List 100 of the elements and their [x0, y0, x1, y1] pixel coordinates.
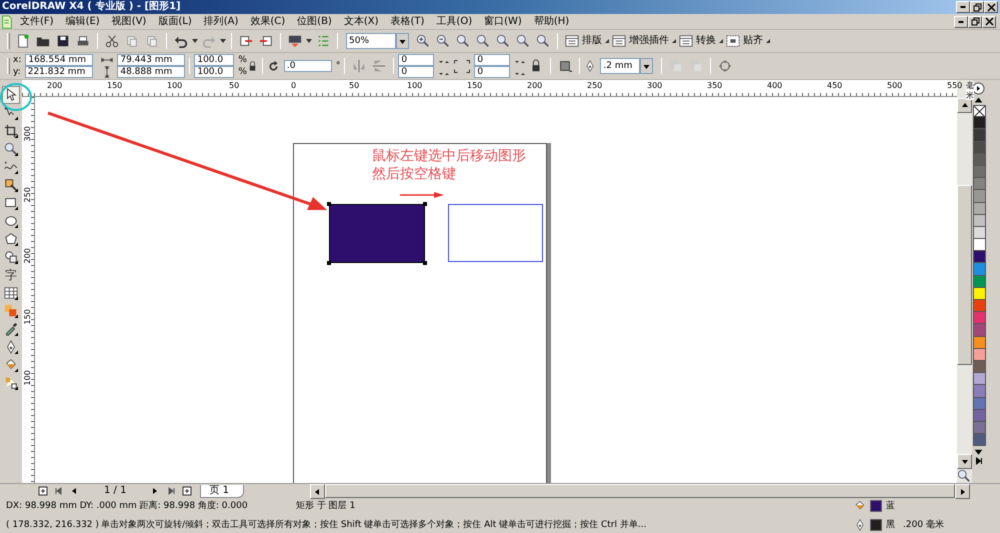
close-button[interactable]: [984, 1, 998, 13]
menu-item[interactable]: 排列(A): [198, 16, 244, 28]
color-swatch[interactable]: [973, 373, 986, 386]
color-swatch[interactable]: [973, 324, 986, 337]
color-swatch[interactable]: [973, 385, 986, 398]
toolbar-button[interactable]: 贴齐: [723, 34, 766, 48]
degree-label: °: [336, 60, 340, 72]
toolbar-button[interactable]: 排版: [562, 34, 605, 48]
color-swatch[interactable]: [973, 434, 986, 446]
scroll-left-button[interactable]: [310, 484, 325, 498]
color-swatch[interactable]: [973, 117, 986, 130]
color-swatch[interactable]: [973, 154, 986, 166]
input-field[interactable]: 100.0: [194, 66, 234, 78]
up-arrow-icon[interactable]: [972, 95, 985, 105]
toolbar-button[interactable]: 增强插件: [609, 34, 672, 48]
menu-item[interactable]: 位图(B): [291, 16, 338, 28]
color-swatch[interactable]: [973, 410, 986, 422]
color-swatch[interactable]: [973, 142, 986, 154]
document-close-button[interactable]: [982, 16, 996, 28]
add-page-icon[interactable]: [182, 486, 192, 496]
color-swatch[interactable]: [973, 336, 986, 349]
color-swatch[interactable]: [973, 190, 986, 202]
color-swatch[interactable]: [973, 398, 986, 410]
document-restore-button[interactable]: [968, 16, 982, 28]
caret-icon[interactable]: [219, 37, 227, 45]
menu-item[interactable]: 帮助(H): [528, 16, 576, 28]
menu-item[interactable]: 文件(F): [14, 16, 60, 28]
menu-item[interactable]: 工具(O): [430, 16, 478, 28]
menu-item[interactable]: 文本(X): [338, 16, 384, 28]
selection-handle[interactable]: [327, 202, 331, 206]
color-swatch[interactable]: [973, 422, 986, 434]
no-color-swatch[interactable]: [973, 105, 986, 118]
caret-icon[interactable]: [191, 37, 199, 45]
document-minimize-button[interactable]: [954, 16, 968, 28]
add-page-icon[interactable]: [38, 486, 48, 496]
selection-handle[interactable]: [423, 202, 427, 206]
input-field[interactable]: 221.832 mm: [24, 66, 93, 78]
menu-item[interactable]: 窗口(W): [478, 16, 528, 28]
ruler-label: 250: [587, 81, 602, 91]
menu-item[interactable]: 表格(T): [384, 16, 430, 28]
last-page-icon[interactable]: [166, 486, 176, 496]
color-swatch[interactable]: [973, 360, 986, 374]
dropdown-button[interactable]: [640, 58, 654, 74]
selection-handle[interactable]: [327, 261, 331, 265]
menu-item[interactable]: 视图(V): [106, 16, 152, 28]
minimize-button[interactable]: [956, 1, 970, 13]
tool-button[interactable]: [2, 122, 20, 140]
wrap-text-icon: [558, 59, 572, 73]
caret-icon[interactable]: [305, 37, 313, 45]
outline-width-field[interactable]: .2 mm: [600, 58, 640, 74]
ruler-label: 200: [23, 247, 33, 266]
color-swatch[interactable]: [973, 263, 986, 276]
input-field[interactable]: 0: [474, 54, 510, 66]
zoom-icon[interactable]: [957, 469, 971, 483]
menu-item[interactable]: 效果(C): [244, 16, 292, 28]
color-swatch[interactable]: [973, 226, 986, 240]
color-swatch[interactable]: [973, 251, 986, 264]
input-field[interactable]: 0: [398, 66, 434, 78]
ellipse-icon: [4, 214, 18, 228]
input-field[interactable]: 0: [398, 54, 434, 66]
polygon-icon: [4, 232, 18, 246]
restore-button[interactable]: [970, 1, 984, 13]
zoom-field[interactable]: 50%: [346, 33, 396, 49]
color-swatch[interactable]: [973, 129, 986, 142]
outline-rectangle[interactable]: [448, 204, 543, 262]
color-swatch[interactable]: [973, 178, 986, 190]
color-swatch[interactable]: [973, 214, 986, 227]
page-tab[interactable]: 页 1: [200, 484, 244, 498]
input-field[interactable]: 0: [474, 66, 510, 78]
restore-icon: [972, 2, 982, 12]
color-swatch[interactable]: [973, 288, 986, 300]
color-swatch[interactable]: [973, 202, 986, 215]
color-swatch[interactable]: [973, 166, 986, 178]
tool-button[interactable]: [2, 140, 20, 158]
color-swatch[interactable]: [973, 239, 986, 252]
color-swatch[interactable]: [973, 300, 986, 312]
input-field[interactable]: .0: [284, 60, 332, 72]
tool-button[interactable]: 字: [2, 266, 20, 284]
palette-menu-icon[interactable]: [972, 82, 985, 95]
toolbar-button[interactable]: 转换: [676, 34, 719, 48]
scroll-right-button[interactable]: [955, 484, 970, 498]
color-swatch[interactable]: [973, 276, 986, 288]
first-page-icon[interactable]: [54, 486, 64, 496]
color-swatch[interactable]: [973, 348, 986, 361]
input-field[interactable]: 100.0: [194, 54, 234, 66]
dropdown-button[interactable]: [396, 33, 409, 49]
scroll-thumb[interactable]: [957, 185, 972, 365]
menu-item[interactable]: 编辑(E): [60, 16, 106, 28]
color-swatch[interactable]: [973, 312, 986, 324]
scroll-up-button[interactable]: [957, 98, 972, 113]
input-field[interactable]: 48.888 mm: [117, 66, 186, 78]
tool-button[interactable]: [2, 86, 20, 104]
drawing-canvas[interactable]: 鼠标左键选中后移动图形 然后按空格键: [35, 97, 957, 483]
input-field[interactable]: 79.443 mm: [117, 54, 186, 66]
save-icon: [56, 34, 70, 48]
menu-item[interactable]: 版面(L): [152, 16, 198, 28]
selection-handle[interactable]: [423, 261, 427, 265]
scroll-down-button[interactable]: [957, 454, 972, 469]
annotation-text: 然后按空格键: [372, 165, 457, 184]
input-field[interactable]: 168.554 mm: [25, 54, 94, 66]
